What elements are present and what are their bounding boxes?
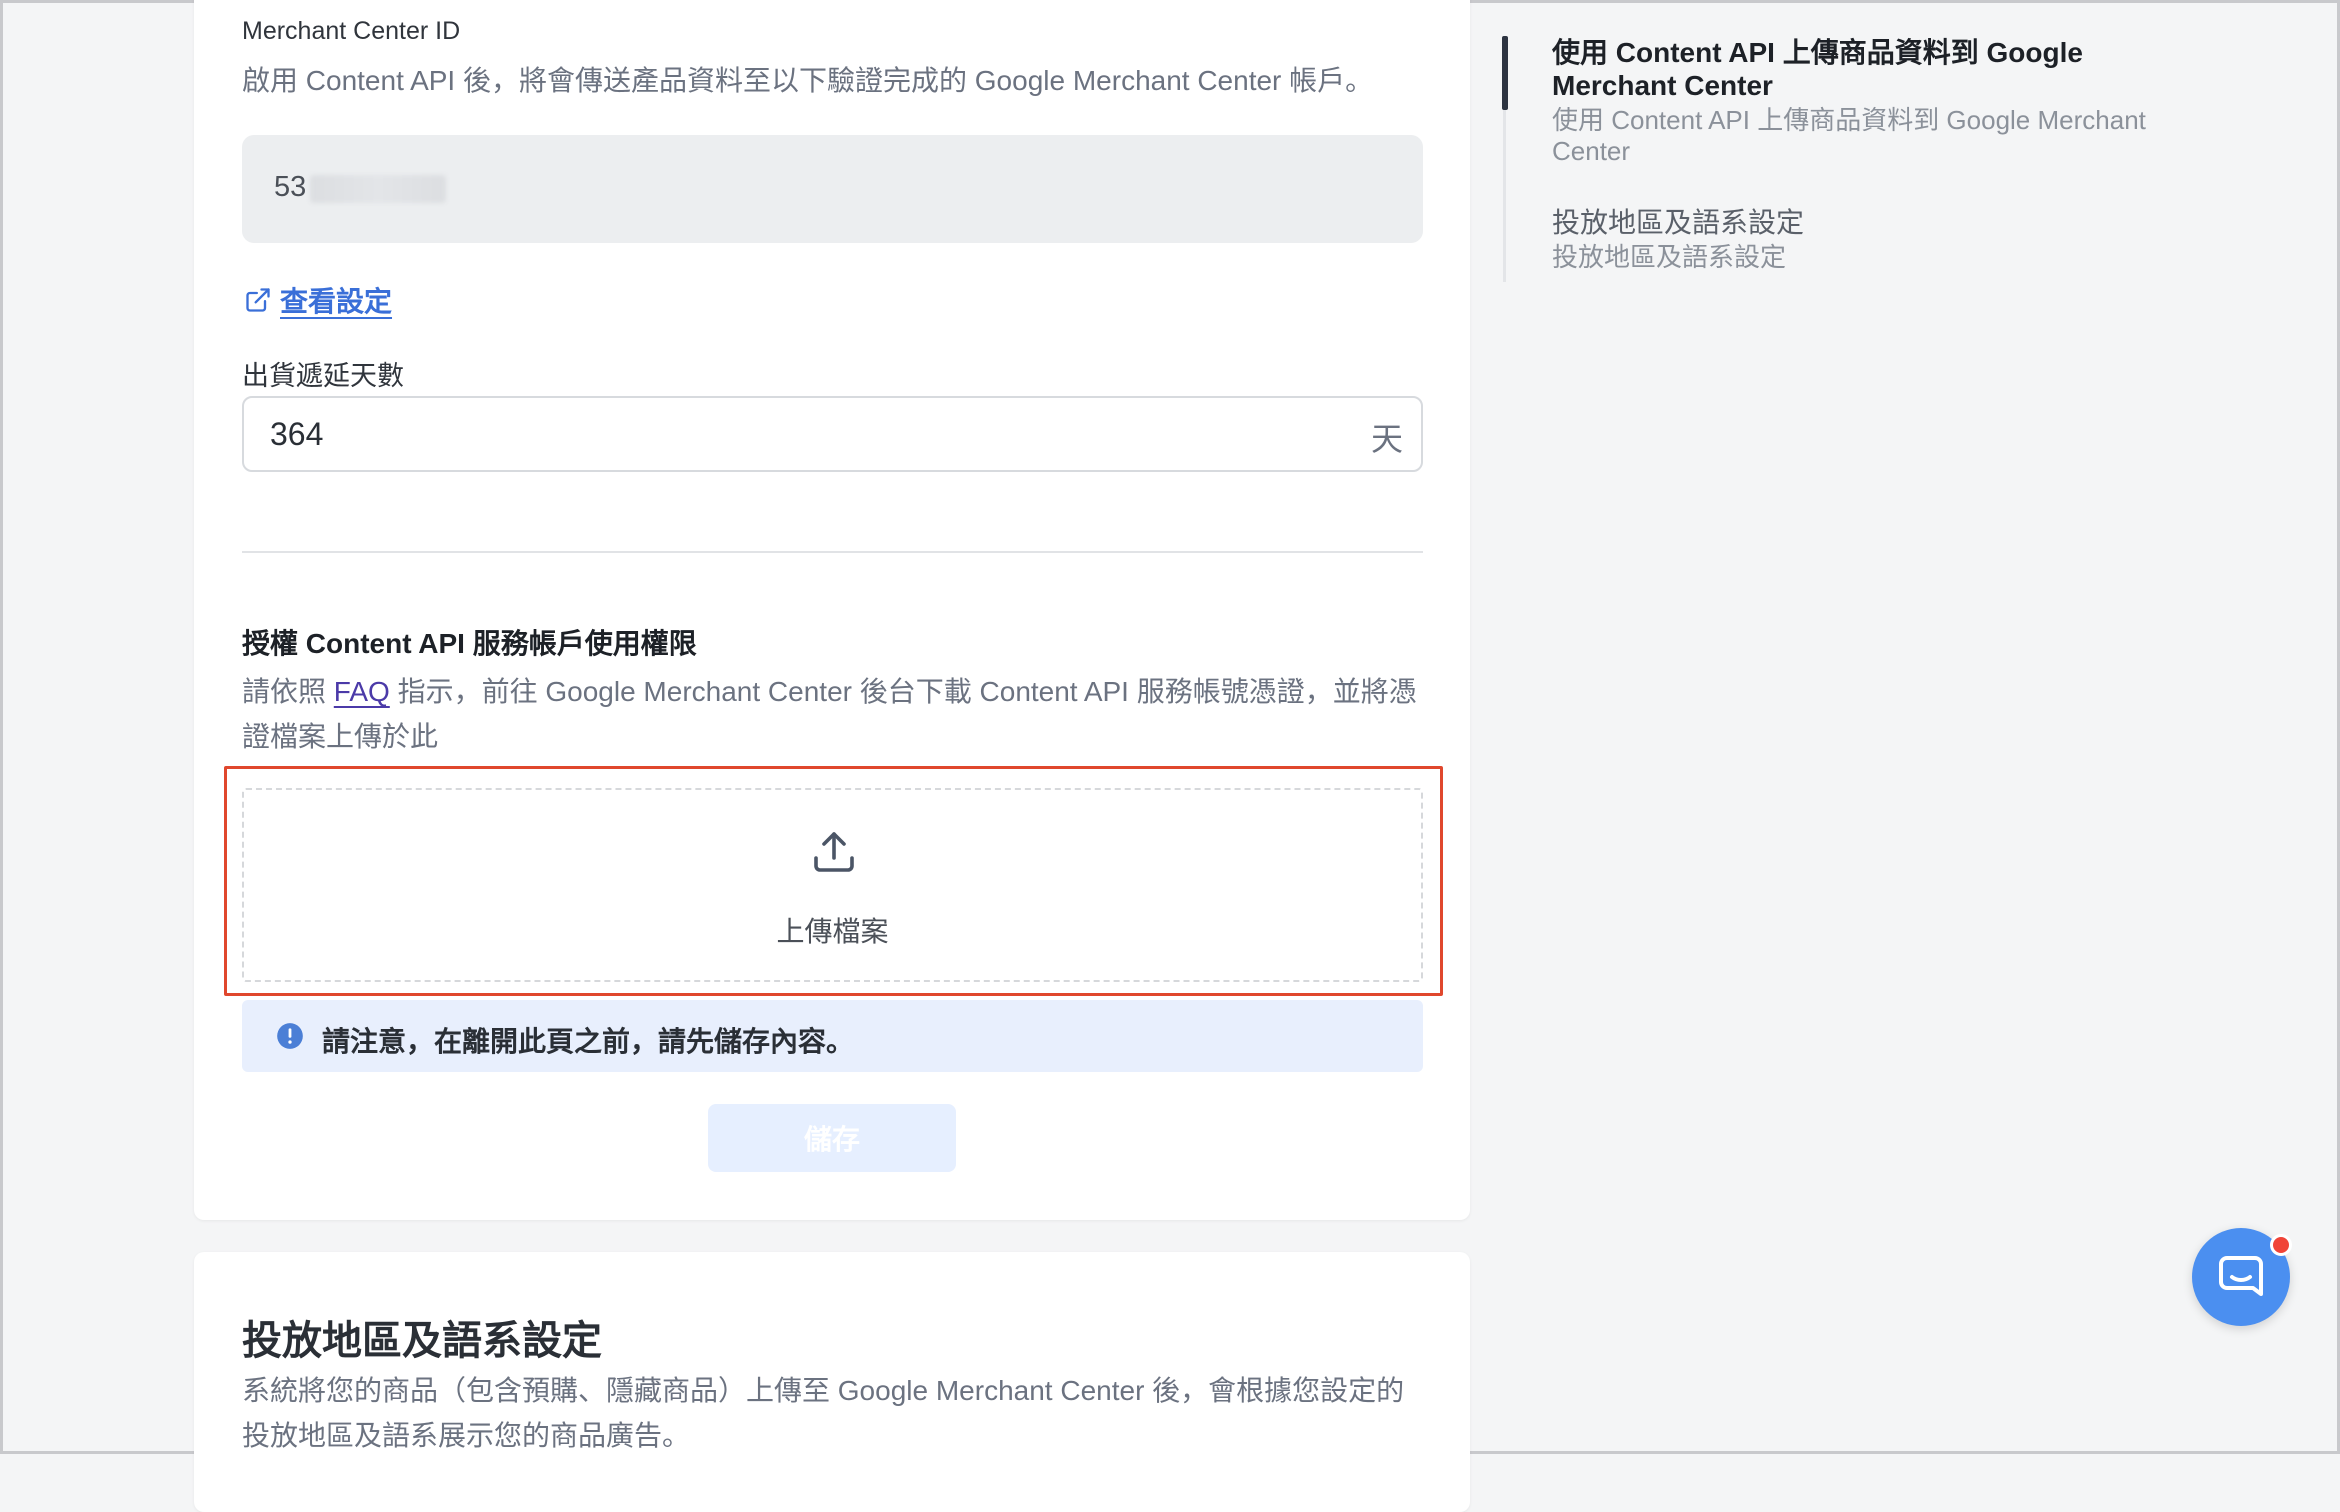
redacted-mask <box>310 175 446 203</box>
toc-item-region-language[interactable]: 投放地區及語系設定 投放地區及語系設定 <box>1552 206 2152 273</box>
section-divider <box>242 551 1423 553</box>
toc-item-subtitle: 使用 Content API 上傳商品資料到 Google Merchant C… <box>1552 105 2146 166</box>
upload-icon <box>814 832 854 872</box>
days-suffix: 天 <box>1370 421 1403 457</box>
faq-link[interactable]: FAQ <box>334 676 390 707</box>
chat-icon <box>2219 1256 2263 1296</box>
upload-label: 上傳檔案 <box>776 916 889 947</box>
region-card-title: 投放地區及語系設定 <box>242 1319 602 1363</box>
toc-active-indicator <box>1502 36 1508 110</box>
merchant-id-description: 啟用 Content API 後，將會傳送產品資料至以下驗證完成的 Google… <box>242 65 1374 96</box>
authorization-desc-after: 指示，前往 Google Merchant Center 後台下載 Conten… <box>242 676 1417 752</box>
region-language-card: 投放地區及語系設定 系統將您的商品（包含預購、隱藏商品）上傳至 Google M… <box>194 1252 1470 1512</box>
merchant-id-value: 53 <box>274 171 307 203</box>
notification-dot <box>2270 1234 2292 1256</box>
external-link-icon <box>246 288 270 312</box>
toc-item-title: 使用 Content API 上傳商品資料到 Google Merchant C… <box>1552 37 2083 101</box>
toc-item-title: 投放地區及語系設定 <box>1552 207 1805 238</box>
authorization-title: 授權 Content API 服務帳戶使用權限 <box>242 628 697 659</box>
shipping-delay-value: 364 <box>270 416 324 452</box>
exclamation-circle-icon <box>277 1023 303 1049</box>
merchant-id-field: 53 <box>242 135 1423 243</box>
notice-text: 請注意，在離開此頁之前，請先儲存內容。 <box>322 1026 855 1057</box>
view-settings-label: 查看設定 <box>280 286 393 317</box>
upload-dropzone[interactable]: 上傳檔案 <box>242 788 1423 982</box>
shipping-delay-label: 出貨遞延天數 <box>242 361 404 391</box>
toc-item-content-api[interactable]: 使用 Content API 上傳商品資料到 Google Merchant C… <box>1552 36 2152 167</box>
toc-item-subtitle: 投放地區及語系設定 <box>1552 242 1787 272</box>
shipping-delay-input[interactable]: 364 天 <box>242 396 1423 472</box>
save-notice: 請注意，在離開此頁之前，請先儲存內容。 <box>242 1000 1423 1072</box>
merchant-id-label: Merchant Center ID <box>242 17 461 45</box>
view-settings-link[interactable]: 查看設定 <box>244 280 392 320</box>
authorization-description: 請依照 FAQ 指示，前往 Google Merchant Center 後台下… <box>242 669 1432 759</box>
region-card-description: 系統將您的商品（包含預購、隱藏商品）上傳至 Google Merchant Ce… <box>242 1375 1405 1451</box>
save-button[interactable]: 儲存 <box>708 1104 956 1172</box>
authorization-desc-before: 請依照 <box>242 676 334 707</box>
